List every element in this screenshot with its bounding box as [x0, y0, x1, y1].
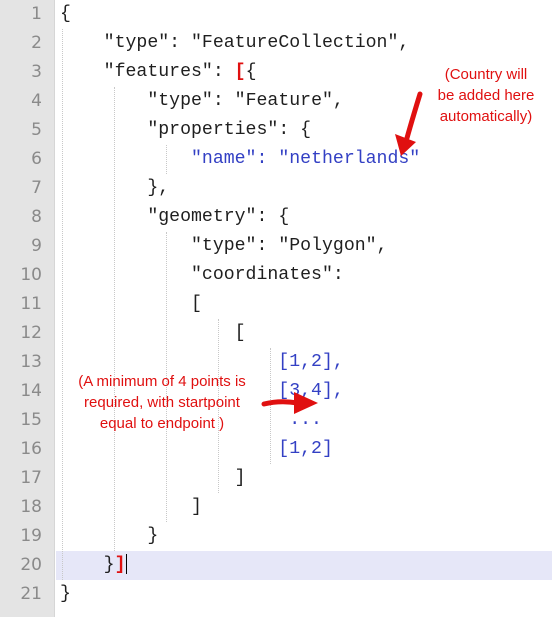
json-key: "type" [103, 33, 170, 53]
separator: : [169, 33, 192, 53]
code-line[interactable]: "geometry": { [60, 203, 289, 232]
line-number: 15 [20, 410, 42, 430]
separator: : { [256, 207, 290, 227]
json-key: "type" [190, 236, 257, 256]
json-key: "coordinates" [190, 265, 333, 285]
line-number: 18 [20, 497, 42, 517]
coordinate-pair: [1,2] [278, 439, 333, 459]
line-number: 10 [20, 265, 42, 285]
line-number: 16 [20, 439, 42, 459]
line-number: 21 [20, 584, 42, 604]
code-line[interactable]: } [60, 580, 71, 609]
line-number: 14 [20, 381, 42, 401]
code-line[interactable]: [1,2] [60, 435, 333, 464]
code-line[interactable]: { [60, 0, 71, 29]
separator: : [256, 149, 279, 169]
close-brace: } [103, 555, 115, 575]
points-annotation: (A minimum of 4 points is required, with… [62, 371, 262, 434]
red-arrow-down-icon [395, 91, 423, 156]
line-number: 13 [20, 352, 42, 372]
code-line[interactable]: "properties": { [60, 116, 311, 145]
open-brace: { [245, 62, 257, 82]
json-key: "name" [190, 149, 257, 169]
red-arrow-right-icon [261, 392, 318, 414]
coordinate-pair: [1,2], [278, 352, 344, 372]
line-number: 3 [31, 62, 42, 82]
separator: : [332, 265, 344, 285]
code-line[interactable]: "features": [{ [60, 58, 257, 87]
code-line[interactable]: "type": "Polygon", [60, 232, 388, 261]
separator: : [212, 62, 235, 82]
line-number: 9 [31, 236, 42, 256]
line-number: 8 [31, 207, 42, 227]
json-key: "properties" [147, 120, 279, 140]
annotation-line: (A minimum of 4 points is [78, 373, 246, 390]
close-bracket: ] [234, 468, 246, 488]
separator: : { [278, 120, 312, 140]
json-key: "features" [103, 62, 213, 82]
close-brace: } [60, 584, 71, 604]
code-line[interactable]: } [60, 522, 158, 551]
code-line[interactable]: ] [60, 464, 246, 493]
line-number: 4 [31, 91, 42, 111]
annotation-line: required, with startpoint [84, 394, 240, 411]
code-line[interactable]: "coordinates": [60, 261, 344, 290]
json-key: "geometry" [147, 207, 257, 227]
line-number: 6 [31, 149, 42, 169]
line-number: 2 [31, 33, 42, 53]
annotation-line: equal to endpoint ) [99, 415, 225, 432]
code-line[interactable]: [ [60, 319, 246, 348]
annotation-line: (Country will [444, 66, 528, 83]
current-line-highlight [56, 551, 552, 580]
line-number: 11 [20, 294, 42, 314]
line-number: 17 [20, 468, 42, 488]
line-number-gutter: 1 2 3 4 5 6 7 8 9 10 11 12 13 14 15 16 1… [0, 0, 55, 617]
matched-bracket: ] [114, 555, 126, 575]
separator: : [212, 91, 235, 111]
line-number: 5 [31, 120, 42, 140]
json-key: "type" [147, 91, 213, 111]
line-number: 7 [31, 178, 42, 198]
line-number: 1 [31, 4, 42, 24]
annotation-line: be added here [437, 87, 535, 104]
close-brace: } [147, 526, 159, 546]
text-cursor [125, 554, 127, 575]
code-line[interactable]: }, [60, 174, 169, 203]
json-value: "Feature", [234, 91, 344, 111]
close-bracket: ] [190, 497, 202, 517]
close-brace: }, [147, 178, 170, 198]
json-value: "FeatureCollection", [191, 33, 410, 53]
line-number: 19 [20, 526, 42, 546]
annotation-line: automatically) [439, 108, 533, 125]
matched-bracket: [ [234, 62, 246, 82]
code-line[interactable]: ] [60, 493, 202, 522]
line-number: 12 [20, 323, 42, 343]
json-value: "Polygon", [278, 236, 388, 256]
line-number: 20 [20, 555, 42, 575]
code-editor[interactable]: 1 2 3 4 5 6 7 8 9 10 11 12 13 14 15 16 1… [0, 0, 552, 617]
code-line[interactable]: "type": "Feature", [60, 87, 344, 116]
code-line[interactable]: "type": "FeatureCollection", [60, 29, 410, 58]
open-bracket: [ [190, 294, 202, 314]
open-brace: { [60, 4, 71, 24]
open-bracket: [ [234, 323, 246, 343]
code-line[interactable]: [ [60, 290, 202, 319]
code-line[interactable]: }] [60, 551, 127, 580]
separator: : [256, 236, 279, 256]
country-annotation: (Country will be added here automaticall… [424, 64, 548, 127]
code-line[interactable]: "name": "netherlands" [60, 145, 420, 174]
